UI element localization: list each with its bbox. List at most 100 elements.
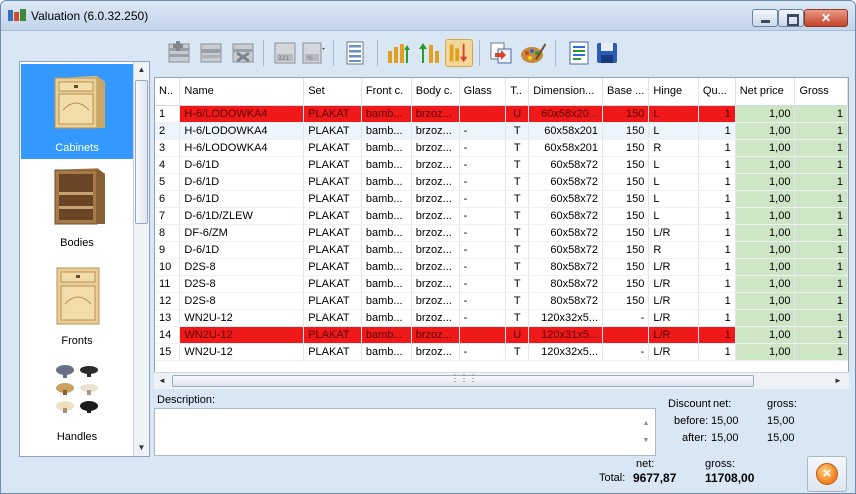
cell-glass[interactable]: - <box>459 139 507 157</box>
minimize-button[interactable] <box>752 9 778 27</box>
cell-base[interactable]: 150 <box>602 275 650 293</box>
cell-t[interactable]: T <box>505 241 530 259</box>
cell-set[interactable]: PLAKAT <box>303 258 362 276</box>
cell-gross[interactable]: 1 <box>794 326 848 344</box>
category-bodies[interactable]: Bodies <box>21 162 133 257</box>
cell-body[interactable]: brzoz... <box>411 224 460 242</box>
cell-qty[interactable]: 1 <box>698 122 736 140</box>
cell-glass[interactable]: - <box>459 173 507 191</box>
cell-qty[interactable]: 1 <box>698 258 736 276</box>
cell-body[interactable]: brzoz... <box>411 156 460 174</box>
cell-name[interactable]: DF-6/ZM <box>179 224 305 242</box>
cell-qty[interactable]: 1 <box>698 292 736 310</box>
table-row[interactable]: 7 D-6/1D/ZLEW PLAKAT bamb... brzoz... - T 60x58… <box>155 207 848 225</box>
cell-base[interactable]: 150 <box>602 190 650 208</box>
cell-qty[interactable]: 1 <box>698 326 736 344</box>
column-header[interactable]: Hinge <box>648 78 699 106</box>
cell-name[interactable]: D-6/1D <box>179 173 305 191</box>
cell-dim[interactable]: 60x58x72 <box>528 190 604 208</box>
sort-up-icon[interactable] <box>385 39 413 67</box>
add-row-icon[interactable] <box>165 39 193 67</box>
cell-base[interactable]: - <box>602 343 650 361</box>
cell-body[interactable]: brzoz... <box>411 343 460 361</box>
cell-body[interactable]: brzoz... <box>411 105 460 123</box>
cell-hinge[interactable]: L <box>648 190 699 208</box>
cell-qty[interactable]: 1 <box>698 156 736 174</box>
cell-body[interactable]: brzoz... <box>411 173 460 191</box>
cell-t[interactable]: T <box>505 275 530 293</box>
cell-front[interactable]: bamb... <box>361 343 412 361</box>
cell-glass[interactable]: - <box>459 207 507 225</box>
cell-qty[interactable]: 1 <box>698 207 736 225</box>
edit-row-icon[interactable] <box>197 39 225 67</box>
column-header[interactable]: Body c. <box>411 78 460 106</box>
cell-t[interactable]: T <box>505 173 530 191</box>
cell-glass[interactable]: - <box>459 241 507 259</box>
cell-qty[interactable]: 1 <box>698 241 736 259</box>
cell-hinge[interactable]: L/R <box>648 224 699 242</box>
cell-set[interactable]: PLAKAT <box>303 309 362 327</box>
cell-qty[interactable]: 1 <box>698 309 736 327</box>
scroll-right-arrow-icon[interactable]: ► <box>832 373 844 389</box>
cell-body[interactable]: brzoz... <box>411 207 460 225</box>
category-cabinets[interactable]: Cabinets <box>21 64 133 159</box>
cell-hinge[interactable]: L/R <box>648 326 699 344</box>
cell-dim[interactable]: 60x58x72 <box>528 173 604 191</box>
cell-qty[interactable]: 1 <box>698 105 736 123</box>
cell-body[interactable]: brzoz... <box>411 292 460 310</box>
cell-front[interactable]: bamb... <box>361 105 412 123</box>
cell-n[interactable]: 13 <box>155 309 181 327</box>
cell-front[interactable]: bamb... <box>361 224 412 242</box>
cell-base[interactable] <box>602 326 650 344</box>
cell-gross[interactable]: 1 <box>794 224 848 242</box>
cell-glass[interactable]: - <box>459 258 507 276</box>
cell-front[interactable]: bamb... <box>361 241 412 259</box>
table-row[interactable]: 3 H-6/LODOWKA4 PLAKAT bamb... brzoz... - T 60x5… <box>155 139 848 157</box>
table-row[interactable]: 8 DF-6/ZM PLAKAT bamb... brzoz... - T 60x58x72 1… <box>155 224 848 242</box>
cell-hinge[interactable]: L <box>648 122 699 140</box>
cell-front[interactable]: bamb... <box>361 190 412 208</box>
cell-name[interactable]: D-6/1D <box>179 241 305 259</box>
cell-dim[interactable]: 60x58x72 <box>528 241 604 259</box>
cell-n[interactable]: 5 <box>155 173 181 191</box>
cell-base[interactable]: 150 <box>602 207 650 225</box>
cell-hinge[interactable]: L <box>648 105 699 123</box>
cell-gross[interactable]: 1 <box>794 105 848 123</box>
cell-t[interactable]: T <box>505 309 530 327</box>
scroll-down-arrow-icon[interactable]: ▼ <box>134 440 149 456</box>
cell-gross[interactable]: 1 <box>794 309 848 327</box>
table-row[interactable]: 15 WN2U-12 PLAKAT bamb... brzoz... - T 120x32x5… <box>155 343 848 361</box>
sort-up-alt-icon[interactable] <box>415 39 443 67</box>
export-icon[interactable] <box>487 39 515 67</box>
cell-t[interactable]: T <box>505 190 530 208</box>
cell-t[interactable]: T <box>505 207 530 225</box>
cell-set[interactable]: PLAKAT <box>303 139 362 157</box>
cell-body[interactable]: brzoz... <box>411 275 460 293</box>
cell-base[interactable]: 150 <box>602 156 650 174</box>
cell-gross[interactable]: 1 <box>794 292 848 310</box>
column-header[interactable]: Gross <box>794 78 848 106</box>
cell-gross[interactable]: 1 <box>794 122 848 140</box>
cell-gross[interactable]: 1 <box>794 343 848 361</box>
list-icon[interactable] <box>341 39 369 67</box>
palette-icon[interactable] <box>519 39 547 67</box>
category-scroll-thumb[interactable] <box>135 80 148 224</box>
cell-body[interactable]: brzoz... <box>411 190 460 208</box>
cell-net[interactable]: 1,00 <box>735 275 796 293</box>
table-row[interactable]: 5 D-6/1D PLAKAT bamb... brzoz... - T 60x58x72 15… <box>155 173 848 191</box>
cell-dim[interactable]: 60x58x72 <box>528 224 604 242</box>
cell-qty[interactable]: 1 <box>698 224 736 242</box>
cell-set[interactable]: PLAKAT <box>303 207 362 225</box>
cell-name[interactable]: D2S-8 <box>179 275 305 293</box>
cell-set[interactable]: PLAKAT <box>303 122 362 140</box>
cell-gross[interactable]: 1 <box>794 207 848 225</box>
cell-base[interactable]: 150 <box>602 122 650 140</box>
cell-front[interactable]: bamb... <box>361 309 412 327</box>
cell-set[interactable]: PLAKAT <box>303 326 362 344</box>
cell-net[interactable]: 1,00 <box>735 139 796 157</box>
cell-n[interactable]: 11 <box>155 275 181 293</box>
cell-net[interactable]: 1,00 <box>735 292 796 310</box>
cell-net[interactable]: 1,00 <box>735 105 796 123</box>
cell-glass[interactable]: - <box>459 343 507 361</box>
desc-up-arrow-icon[interactable]: ▲ <box>638 420 654 427</box>
